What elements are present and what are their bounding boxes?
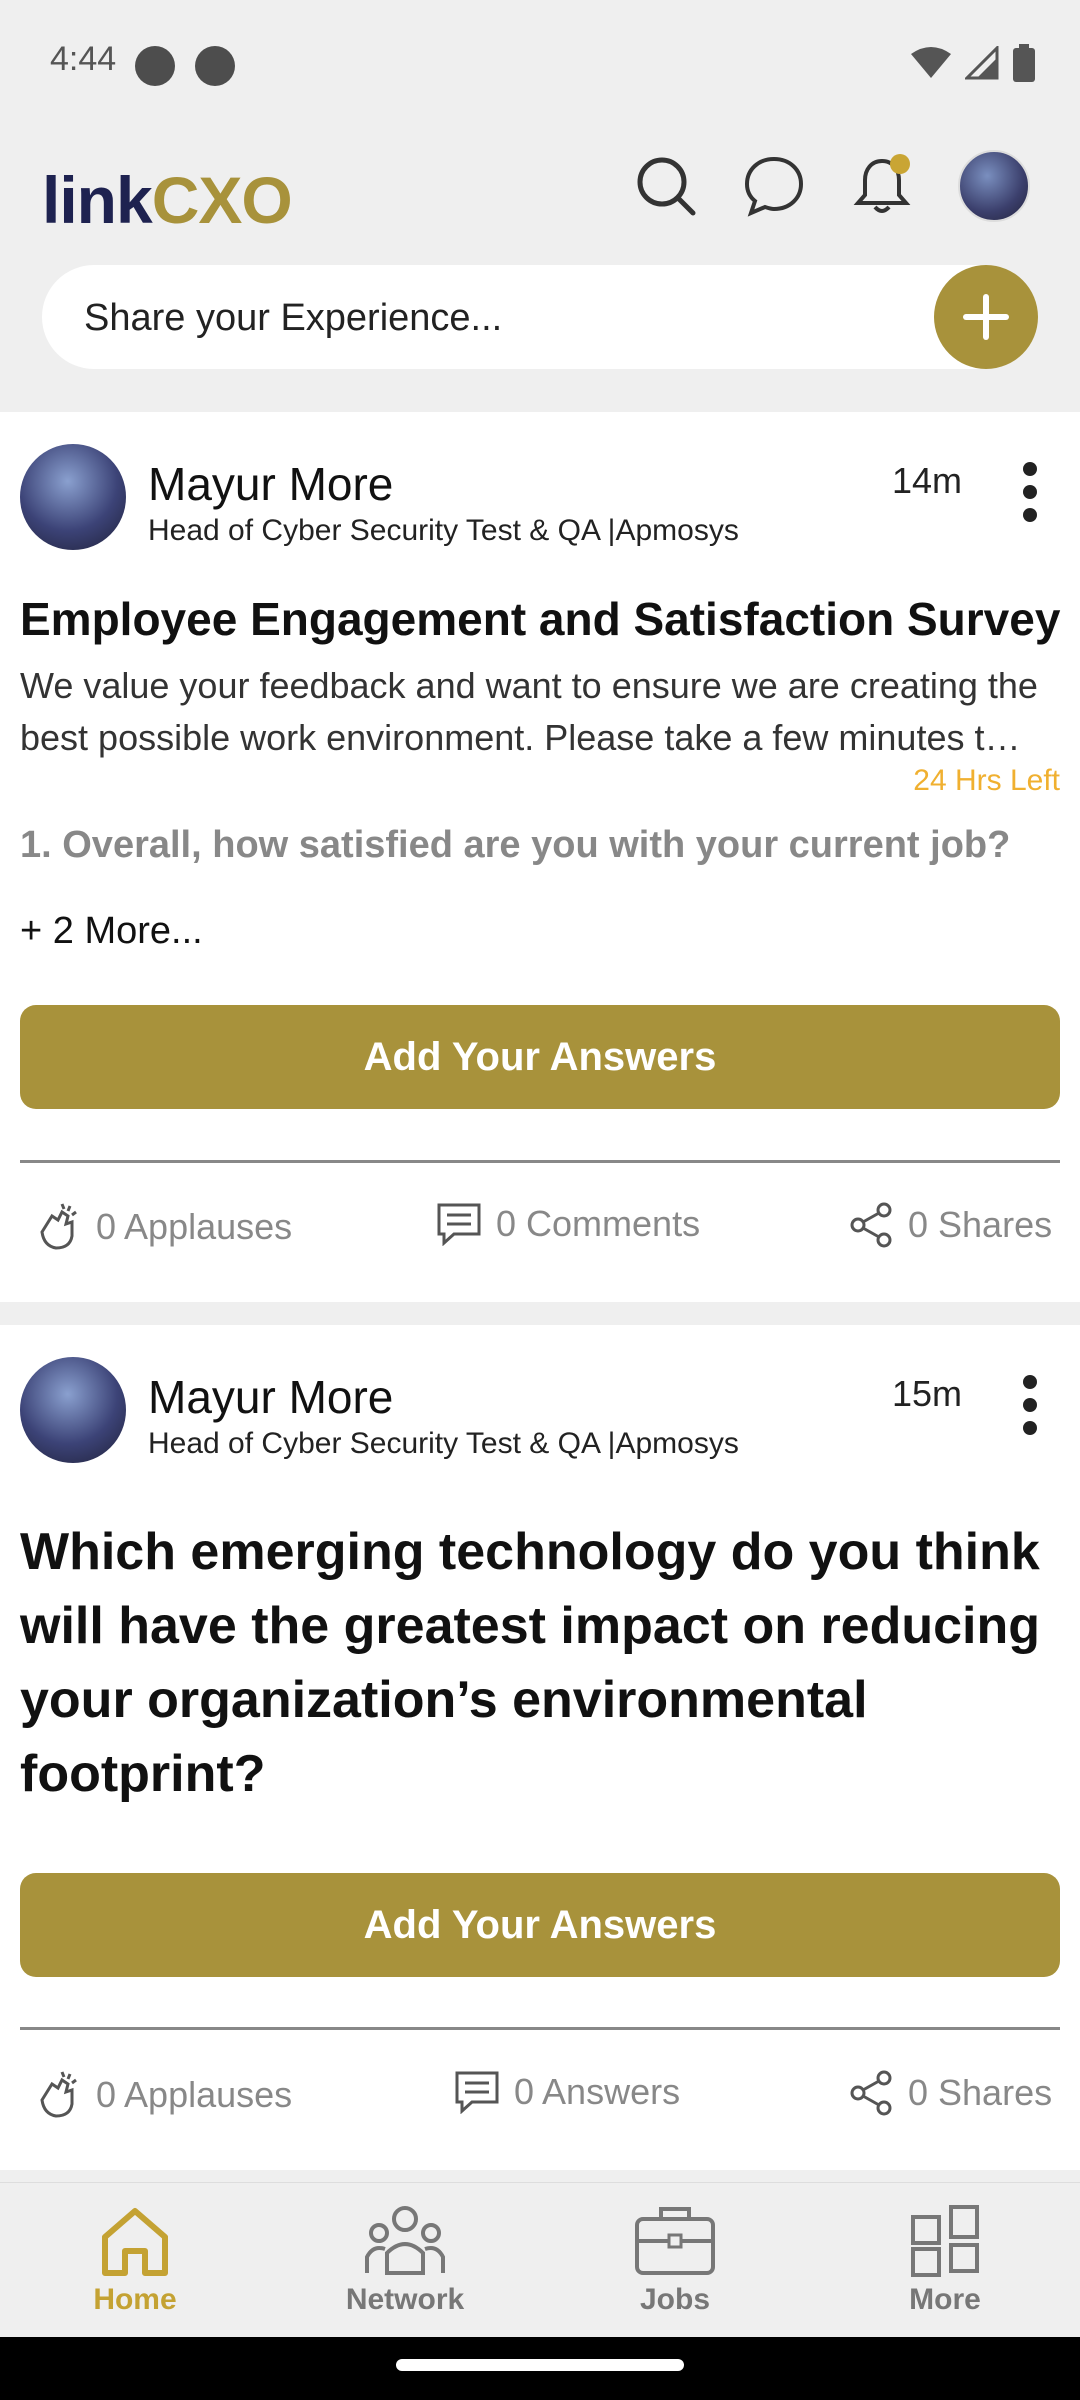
logo-text-link: link (42, 163, 153, 237)
notification-badge (890, 154, 910, 174)
network-icon (365, 2206, 445, 2275)
nav-home-label: Home (93, 2283, 177, 2316)
header-actions (634, 150, 1030, 222)
nav-more-label: More (909, 2283, 981, 2316)
chat-icon[interactable] (742, 154, 806, 218)
answer-count: 0 Answers (514, 2071, 681, 2112)
question-post: Mayur More Head of Cyber Security Test &… (0, 1325, 1080, 2170)
author-name[interactable]: Mayur More (148, 457, 393, 511)
applause-button[interactable]: 0 Applauses (32, 2070, 292, 2120)
share-icon (850, 1202, 892, 1248)
share-button[interactable]: 0 Shares (848, 2070, 1052, 2116)
status-time: 4:44 (50, 40, 117, 78)
nav-more[interactable]: More (845, 2203, 1045, 2317)
sync-icon (135, 46, 175, 86)
share-placeholder: Share your Experience... (84, 297, 503, 339)
divider (20, 1160, 1060, 1163)
clap-icon (40, 2071, 77, 2118)
divider (20, 2027, 1060, 2030)
survey-question: 1. Overall, how satisfied are you with y… (20, 824, 1011, 866)
clap-icon (40, 1203, 77, 1250)
nav-network-label: Network (345, 2283, 465, 2316)
status-system-icons (911, 44, 1035, 82)
share-button[interactable]: 0 Shares (848, 1202, 1052, 1248)
linkcxo-logo[interactable]: link CXO (42, 150, 293, 250)
status-notification-icons (135, 46, 235, 86)
author-avatar[interactable] (20, 1357, 126, 1463)
share-count: 0 Shares (908, 2072, 1053, 2113)
grid-icon (911, 2205, 979, 2277)
nav-home[interactable]: Home (35, 2203, 235, 2317)
comment-icon (437, 1203, 481, 1246)
author-title: Head of Cyber Security Test & QA |Apmosy… (148, 1427, 739, 1460)
post-menu-icon[interactable] (1010, 462, 1050, 522)
share-icon (850, 2070, 892, 2116)
nav-jobs-label: Jobs (639, 2283, 711, 2316)
status-bar: 4:44 (0, 0, 1080, 130)
search-icon[interactable] (634, 154, 698, 218)
gesture-navigation-bar (0, 2337, 1080, 2400)
logo-text-cxo: CXO (151, 163, 293, 237)
comment-count: 0 Comments (496, 1203, 701, 1244)
author-avatar[interactable] (20, 444, 126, 550)
answers-button[interactable]: 0 Answers (454, 2070, 680, 2114)
author-title: Head of Cyber Security Test & QA |Apmosy… (148, 514, 739, 547)
applause-count: 0 Applauses (96, 2074, 293, 2115)
time-left-badge: 24 Hrs Left (913, 764, 1060, 797)
circle-icon (195, 46, 235, 86)
survey-title: Employee Engagement and Satisfaction Sur… (20, 593, 1061, 645)
share-count: 0 Shares (908, 1204, 1053, 1245)
nav-jobs[interactable]: Jobs (575, 2203, 775, 2317)
post-actions: 0 Applauses 0 Comments 0 Shares (0, 1192, 1080, 1272)
applause-count: 0 Applauses (96, 1206, 293, 1247)
author-name[interactable]: Mayur More (148, 1370, 393, 1424)
applause-button[interactable]: 0 Applauses (32, 1202, 292, 1252)
comment-icon (455, 2071, 499, 2114)
home-icon (102, 2208, 168, 2276)
share-experience-input[interactable]: Share your Experience... (42, 265, 1038, 369)
app-header: link CXO Share your Experience... (0, 130, 1080, 410)
add-answers-button[interactable]: Add Your Answers (20, 1873, 1060, 1977)
nav-network[interactable]: Network (305, 2203, 505, 2317)
profile-avatar[interactable] (958, 150, 1030, 222)
wifi-icon (911, 47, 951, 78)
add-answers-button[interactable]: Add Your Answers (20, 1005, 1060, 1109)
survey-description: We value your feedback and want to ensur… (20, 665, 1038, 758)
post-time: 15m (891, 1373, 962, 1414)
briefcase-icon (635, 2207, 715, 2275)
home-gesture-handle[interactable] (396, 2359, 684, 2371)
question-title: Which emerging technology do you think w… (20, 1523, 1041, 1803)
notification-bell-icon[interactable] (850, 154, 914, 218)
post-time: 14m (891, 460, 962, 501)
plus-icon (963, 294, 1009, 340)
post-actions: 0 Applauses 0 Answers 0 Shares (0, 2060, 1080, 2140)
survey-post: Mayur More Head of Cyber Security Test &… (0, 412, 1080, 1302)
comments-button[interactable]: 0 Comments (436, 1202, 700, 1246)
signal-icon (965, 46, 999, 80)
post-menu-icon[interactable] (1010, 1375, 1050, 1435)
add-post-button[interactable] (934, 265, 1038, 369)
more-questions-link[interactable]: + 2 More... (20, 910, 203, 953)
bottom-navigation: Home Network Jobs More (0, 2182, 1080, 2337)
battery-icon (1013, 44, 1035, 82)
